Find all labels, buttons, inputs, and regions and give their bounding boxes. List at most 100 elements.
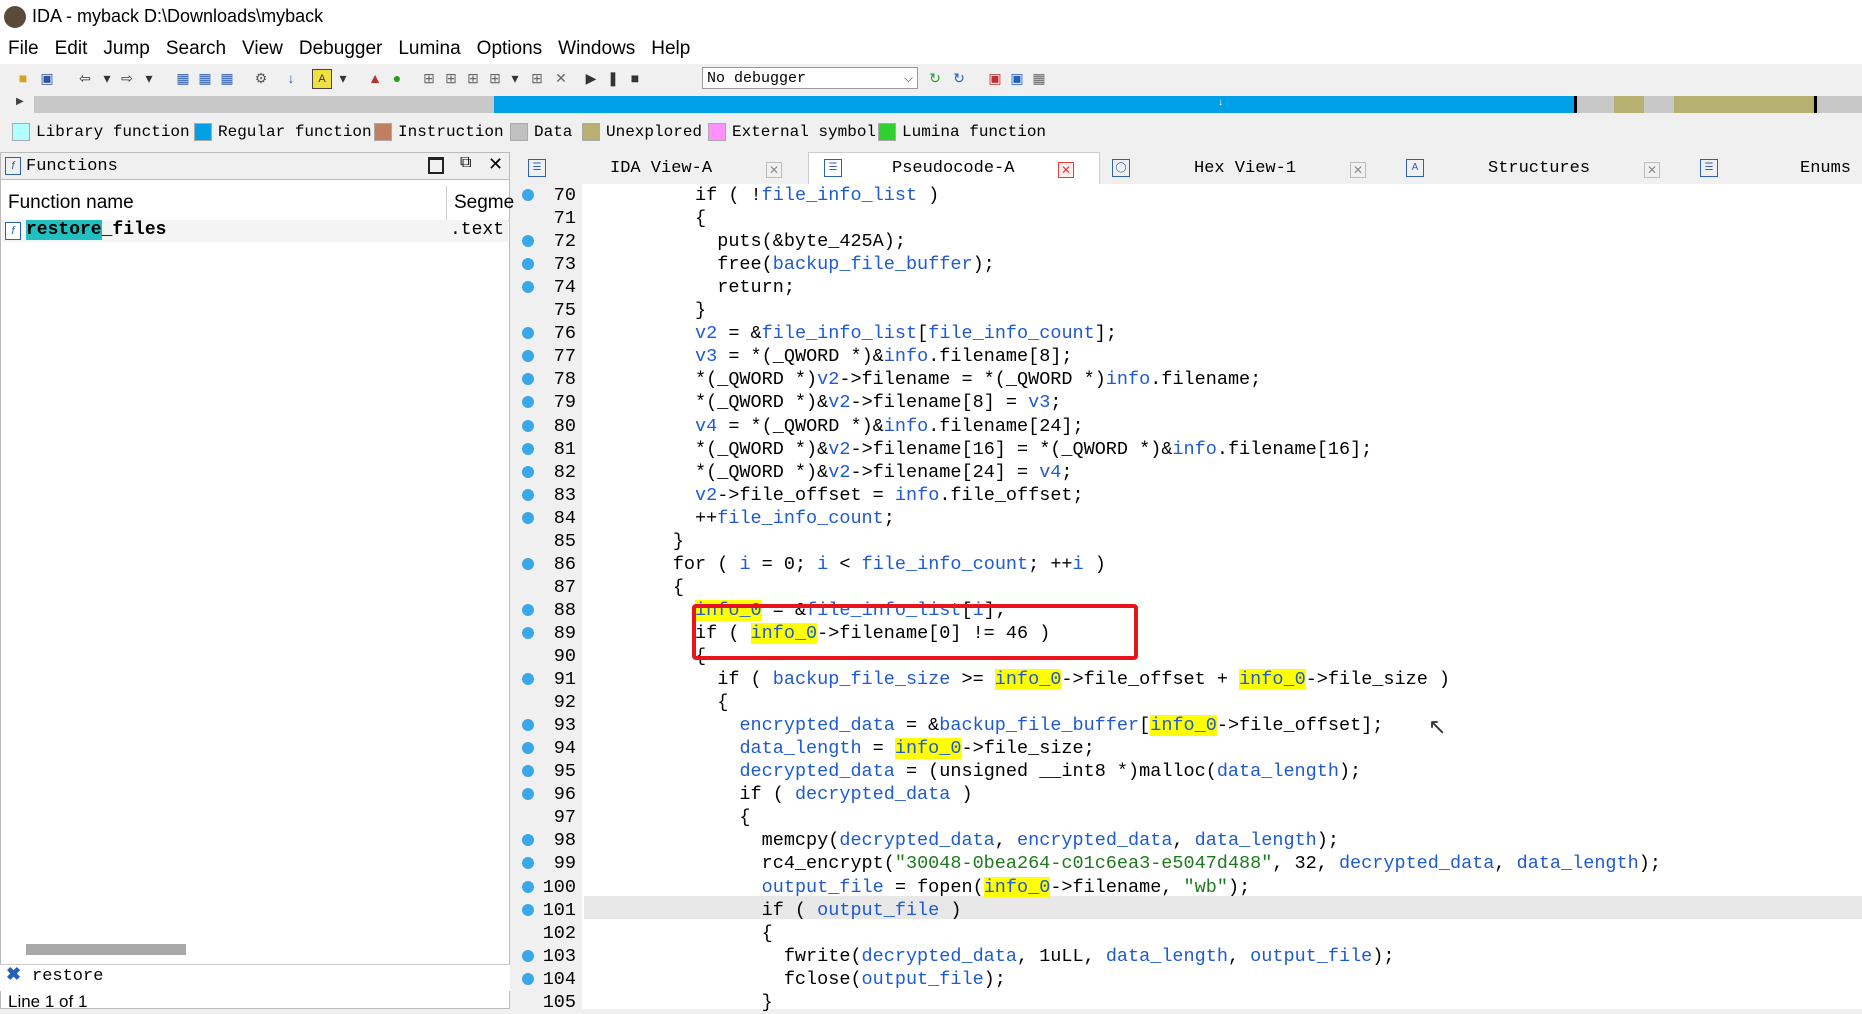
pause-icon[interactable]: ❚ [604,69,622,87]
breakpoint-dot-icon[interactable] [522,511,534,524]
green-circle-icon[interactable]: ● [388,69,406,87]
open-icon[interactable]: ■ [14,69,32,87]
menu-lumina[interactable]: Lumina [390,34,468,64]
forward-icon[interactable]: ⇨ [118,69,136,87]
debugger-select[interactable]: No debugger ⌵ [702,67,918,89]
breakpoint-dot-icon[interactable] [522,189,534,201]
breakpoint-dot-icon[interactable] [522,557,534,570]
code-line[interactable]: for ( i = 0; i < file_info_count; ++i ) [584,553,1106,576]
code-line[interactable]: { [584,806,750,829]
breakpoint-dot-icon[interactable] [522,903,534,916]
save-icon[interactable]: ▣ [38,69,56,87]
menu-search[interactable]: Search [158,34,234,64]
code-line[interactable]: return; [584,276,795,299]
code-line[interactable]: rc4_encrypt("30048-0bea264-c01c6ea3-e504… [584,852,1661,875]
nav-arrow-icon[interactable]: ▶ [16,96,24,107]
code-line[interactable]: v2 = &file_info_list[file_info_count]; [584,322,1117,345]
code-line[interactable]: { [584,691,728,714]
navigation-bar[interactable]: ↓ [34,96,1862,113]
tab-enums[interactable]: Enums [1800,154,1851,184]
code-line[interactable]: { [584,207,706,230]
breakpoint-dot-icon[interactable] [522,949,534,962]
code-line[interactable]: if ( output_file ) [584,899,962,922]
code-line[interactable]: memcpy(decrypted_data, encrypted_data, d… [584,829,1339,852]
code-line[interactable]: ++file_info_count; [584,507,895,530]
tab-pseudocode-a[interactable]: Pseudocode-A [892,154,1014,184]
refresh-icon[interactable]: ↻ [926,69,944,87]
plugin-icon[interactable]: ⚙ [252,69,270,87]
column-segment[interactable]: Segme [454,192,514,214]
menu-file[interactable]: File [0,34,47,64]
graph-icon[interactable]: ▲ [366,69,384,87]
menu-help[interactable]: Help [643,34,698,64]
tab-ida-view-a[interactable]: IDA View-A [610,154,712,184]
breakpoint-icon[interactable]: ▣ [986,69,1004,87]
code-line[interactable]: v4 = *(_QWORD *)&info.filename[24]; [584,415,1084,438]
tab-structures[interactable]: Structures [1488,154,1590,184]
column-function-name[interactable]: Function name [8,192,134,214]
code-line[interactable]: encrypted_data = &backup_file_buffer[inf… [584,714,1383,737]
breakpoint-dot-icon[interactable] [522,488,534,501]
breakpoint-dot-icon[interactable] [522,972,534,985]
breakpoint-dot-icon[interactable] [522,442,534,455]
binoculars-icon[interactable]: ▦ [174,69,192,87]
code-line[interactable]: *(_QWORD *)v2->filename = *(_QWORD *)inf… [584,368,1261,391]
code-line[interactable]: if ( decrypted_data ) [584,783,972,806]
code-line[interactable]: } [584,991,773,1014]
chevron-down-icon[interactable]: ▾ [98,69,116,87]
breakpoint-dot-icon[interactable] [522,626,534,639]
column-divider[interactable] [446,186,447,220]
function-name-cell[interactable]: restore_files [26,220,166,240]
text-icon[interactable]: A [312,69,332,89]
search-text-icon[interactable]: ▦ [196,69,214,87]
close-icon[interactable]: ✕ [1350,162,1366,178]
close-icon[interactable]: ✕ [1058,162,1074,178]
arrow-down-icon[interactable]: ↓ [282,69,300,87]
horizontal-scrollbar[interactable] [26,944,186,955]
code-line[interactable]: fwrite(decrypted_data, 1uLL, data_length… [584,945,1395,968]
code-line[interactable]: output_file = fopen(info_0->filename, "w… [584,876,1250,899]
menu-windows[interactable]: Windows [550,34,643,64]
menu-edit[interactable]: Edit [47,34,96,64]
code-line[interactable]: *(_QWORD *)&v2->filename[16] = *(_QWORD … [584,438,1372,461]
breakpoint-icon[interactable]: ▣ [1008,69,1026,87]
refresh-icon[interactable]: ↻ [950,69,968,87]
code-line[interactable]: free(backup_file_buffer); [584,253,995,276]
code-line[interactable]: { [584,576,684,599]
code-line[interactable]: puts(&byte_425A); [584,230,906,253]
code-line[interactable]: if ( !file_info_list ) [584,184,939,207]
stop-icon[interactable]: ■ [626,69,644,87]
breakpoint-dot-icon[interactable] [522,673,534,686]
menu-options[interactable]: Options [469,34,550,64]
menu-jump[interactable]: Jump [95,34,157,64]
search-binary-icon[interactable]: ▦ [218,69,236,87]
trace-icon[interactable]: ▦ [1030,69,1048,87]
patch-icon[interactable]: ⊞ [420,69,438,87]
maximize-icon[interactable] [428,157,444,174]
code-line[interactable]: v2->file_offset = info.file_offset; [584,484,1084,507]
tab-hex-view-1[interactable]: Hex View-1 [1194,154,1296,184]
code-line[interactable]: fclose(output_file); [584,968,1006,991]
code-line[interactable]: } [584,299,706,322]
play-icon[interactable]: ▶ [582,69,600,87]
chevron-down-icon[interactable]: ▾ [334,69,352,87]
close-icon[interactable]: ✕ [766,162,782,178]
patch-icon[interactable]: ⊞ [442,69,460,87]
code-line[interactable]: if ( backup_file_size >= info_0->file_of… [584,668,1450,691]
close-icon[interactable]: ✕ [1644,162,1660,178]
menu-view[interactable]: View [234,34,291,64]
chevron-down-icon[interactable]: ▾ [506,69,524,87]
back-icon[interactable]: ⇦ [76,69,94,87]
filter-input[interactable]: restore [32,967,103,986]
breakpoint-dot-icon[interactable] [522,603,534,616]
clear-filter-icon[interactable]: ✖ [6,964,21,985]
code-line[interactable]: { [584,645,706,668]
close-icon[interactable]: ✕ [552,69,570,87]
code-line[interactable]: *(_QWORD *)&v2->filename[24] = v4; [584,461,1073,484]
close-icon[interactable]: ✕ [488,154,503,175]
menu-debugger[interactable]: Debugger [291,34,390,64]
patch-icon[interactable]: ⊞ [486,69,504,87]
breakpoint-dot-icon[interactable] [522,880,534,893]
breakpoint-dot-icon[interactable] [522,465,534,478]
code-line[interactable]: *(_QWORD *)&v2->filename[8] = v3; [584,391,1061,414]
